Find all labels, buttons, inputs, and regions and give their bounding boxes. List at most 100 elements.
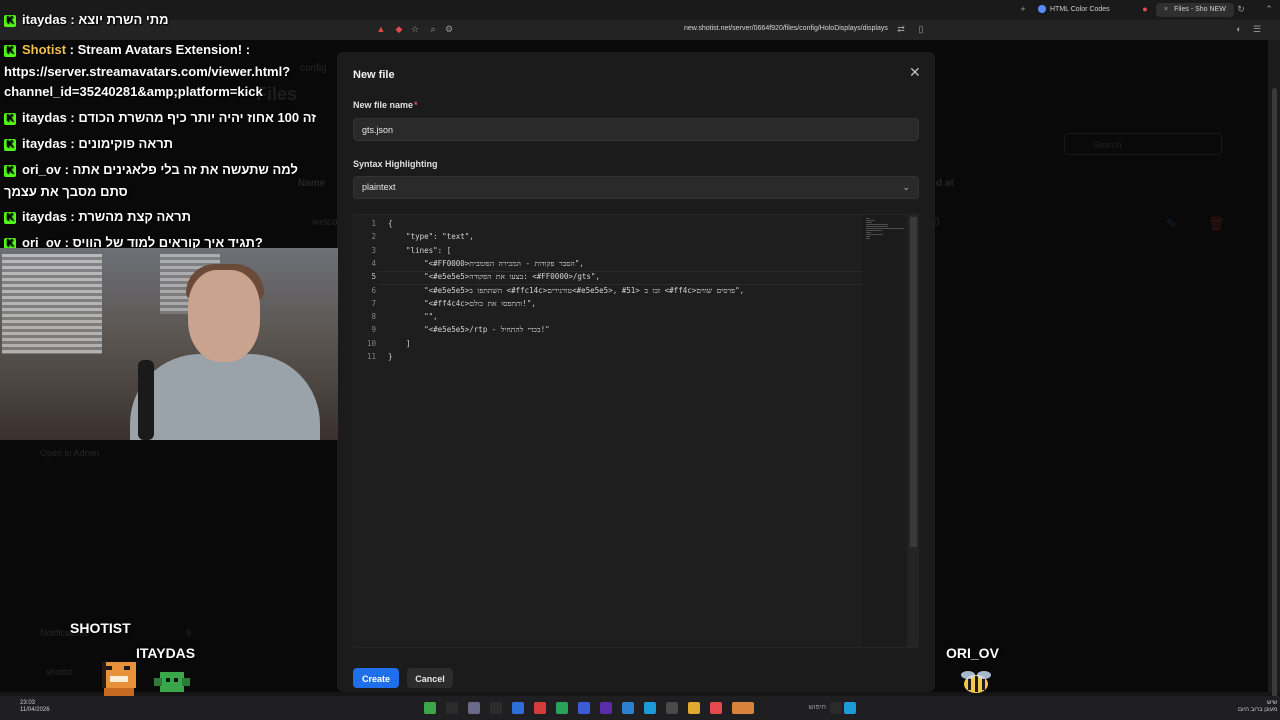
share-icon[interactable]: ⇄ [896, 24, 906, 34]
line-number: 3 [371, 245, 376, 255]
weather-tray[interactable]: שיש מעונן ברוב היום [1238, 700, 1277, 714]
chat-separator: : [66, 209, 79, 224]
kick-badge-icon: K [4, 138, 16, 151]
line-number: 9 [371, 325, 376, 335]
app-icon[interactable] [578, 702, 590, 714]
editor-scrollbar-thumb[interactable] [910, 217, 917, 547]
chat-message: סתם מסבך את עצמך [4, 184, 128, 199]
editor-minimap[interactable] [862, 215, 906, 647]
bee-avatar-sprite [961, 671, 991, 693]
taskbar-clock[interactable]: 23:03 11/04/2026 [20, 700, 50, 714]
code-line[interactable]: ] [388, 339, 411, 348]
taskbar-search[interactable]: חיפוש [760, 701, 830, 715]
chat-separator: : [66, 110, 79, 125]
app-icon[interactable] [622, 702, 634, 714]
weather-icon[interactable] [732, 702, 754, 714]
close-tab-icon[interactable]: × [1164, 6, 1168, 13]
code-line[interactable]: "", [388, 312, 438, 321]
streamer-head [188, 270, 260, 362]
chat-username: itaydas [22, 12, 67, 27]
app-icon[interactable] [424, 702, 436, 714]
close-icon[interactable]: ✕ [909, 64, 921, 81]
microphone [138, 360, 154, 440]
chat-text: תראה פוקימונים [78, 136, 174, 151]
reload-icon[interactable]: ↻ [1236, 4, 1246, 14]
code-line[interactable]: "<#e5e5e5>בצעו את הפקודה: <#FF0000>/gts"… [388, 272, 600, 281]
chat-username: Shotist [22, 42, 67, 57]
chat-text: למה שתעשה את זה בלי פלאגינים אתה [72, 162, 298, 177]
chat-username: itaydas [22, 110, 67, 125]
chat-text: Stream Avatars Extension! : [77, 42, 251, 57]
taskbar: 23:03 11/04/2026 חיפוש שיש מעונן ברוב היום [0, 696, 1280, 720]
minimap-line [866, 230, 882, 231]
app-icon[interactable] [830, 702, 842, 714]
tab-strip: + HTML Color Codes ● × Files - Sho NEW ↻ … [0, 0, 1280, 20]
address-bar-url[interactable]: new.shotist.net/server/0664f920/files/co… [684, 25, 888, 32]
syntax-selected-value: plaintext [362, 182, 396, 192]
minimap-line [866, 220, 875, 221]
browser-icon[interactable] [710, 702, 722, 714]
file-name-input[interactable] [353, 118, 919, 141]
minimap-line [866, 232, 871, 233]
folder-icon[interactable] [688, 702, 700, 714]
app-icon[interactable] [512, 702, 524, 714]
tiger-avatar-sprite [102, 662, 136, 696]
chat-separator: : [66, 42, 78, 57]
code-editor[interactable]: 1 2 3 4 5 6 7 8 9 10 11 { "type": "text", "lines":… [353, 214, 919, 648]
bookmark-star-icon[interactable]: ☆ [410, 24, 420, 34]
extension-icon[interactable]: ◐ [1234, 24, 1244, 34]
settings-icon[interactable]: ⚙ [444, 24, 454, 34]
line-number: 10 [366, 338, 376, 348]
line-number: 5 [371, 272, 376, 282]
app-icon[interactable] [556, 702, 568, 714]
syntax-highlighting-select[interactable]: plaintext ⌄ [353, 176, 919, 199]
app-icon[interactable] [468, 702, 480, 714]
line-number: 2 [371, 232, 376, 242]
chat-username: itaydas [22, 136, 67, 151]
chevron-up-icon[interactable]: ⌃ [1264, 4, 1274, 14]
minimap-line [866, 228, 904, 229]
app-icon[interactable] [534, 702, 546, 714]
page-scrollbar-thumb[interactable] [1272, 88, 1277, 718]
code-line[interactable]: "<#e5e5e5>השתתפו ב <#ffc14c>טורנירים<#e5… [388, 286, 744, 295]
kick-badge-icon: K [4, 164, 16, 177]
tray-text-top: שיש [1266, 700, 1278, 706]
windows-start-icon[interactable] [844, 702, 856, 714]
page-scrollbar[interactable] [1268, 40, 1280, 718]
bookmark-icon[interactable]: ▯ [916, 24, 926, 34]
chat-message: Kitaydas : תראה פוקימונים [4, 136, 173, 151]
tab-files-sho-new[interactable]: × Files - Sho NEW [1156, 3, 1234, 17]
zoom-icon[interactable]: ⌕ [428, 24, 438, 34]
chat-message: Kitaydas : זה 100 אחוז יהיה יותר כיף מהש… [4, 110, 316, 125]
code-line[interactable]: { [388, 219, 393, 228]
cancel-button[interactable]: Cancel [407, 668, 453, 688]
line-number-gutter: 1 2 3 4 5 6 7 8 9 10 11 [354, 215, 378, 647]
code-line[interactable]: "<#FF0000>הסבר פקודות - המכירה הפומבית", [388, 259, 584, 268]
avatar-caption-ori-ov: ORI_OV [946, 645, 999, 661]
app-icon[interactable] [446, 702, 458, 714]
kick-badge-icon: K [4, 14, 16, 27]
menu-icon[interactable]: ☰ [1252, 24, 1262, 34]
chat-text: channel_id=35240281&amp;platform=kick [4, 84, 263, 99]
tab-html-color-codes[interactable]: HTML Color Codes [1030, 3, 1118, 17]
minimap-line [866, 222, 873, 223]
chat-message: Kori_ov : למה שתעשה את זה בלי פלאגינים א… [4, 162, 298, 177]
favicon-icon [1038, 5, 1046, 14]
shield-icon[interactable]: ◆ [394, 24, 404, 34]
code-line[interactable]: "<#e5e5e5>/rtp - בכדי להתחיל!" [388, 325, 550, 334]
app-icon[interactable] [600, 702, 612, 714]
code-line[interactable]: } [388, 352, 393, 361]
minimap-line [866, 226, 889, 227]
line-number: 7 [371, 298, 376, 308]
chat-text: תראה קצת מהשרת [78, 209, 191, 224]
app-icon[interactable] [644, 702, 656, 714]
code-line[interactable]: "lines": [ [388, 246, 451, 255]
code-line[interactable]: "<#ff4c4c>ותתפסו את כולם!", [388, 299, 536, 308]
app-icon[interactable] [666, 702, 678, 714]
code-line[interactable]: "type": "text", [388, 232, 474, 241]
new-tab-icon[interactable]: + [1018, 4, 1028, 14]
app-icon[interactable] [490, 702, 502, 714]
create-button[interactable]: Create [353, 668, 399, 688]
chat-separator: : [61, 162, 73, 177]
chat-message: Kitaydas : מתי השרת יוצא [4, 12, 169, 27]
